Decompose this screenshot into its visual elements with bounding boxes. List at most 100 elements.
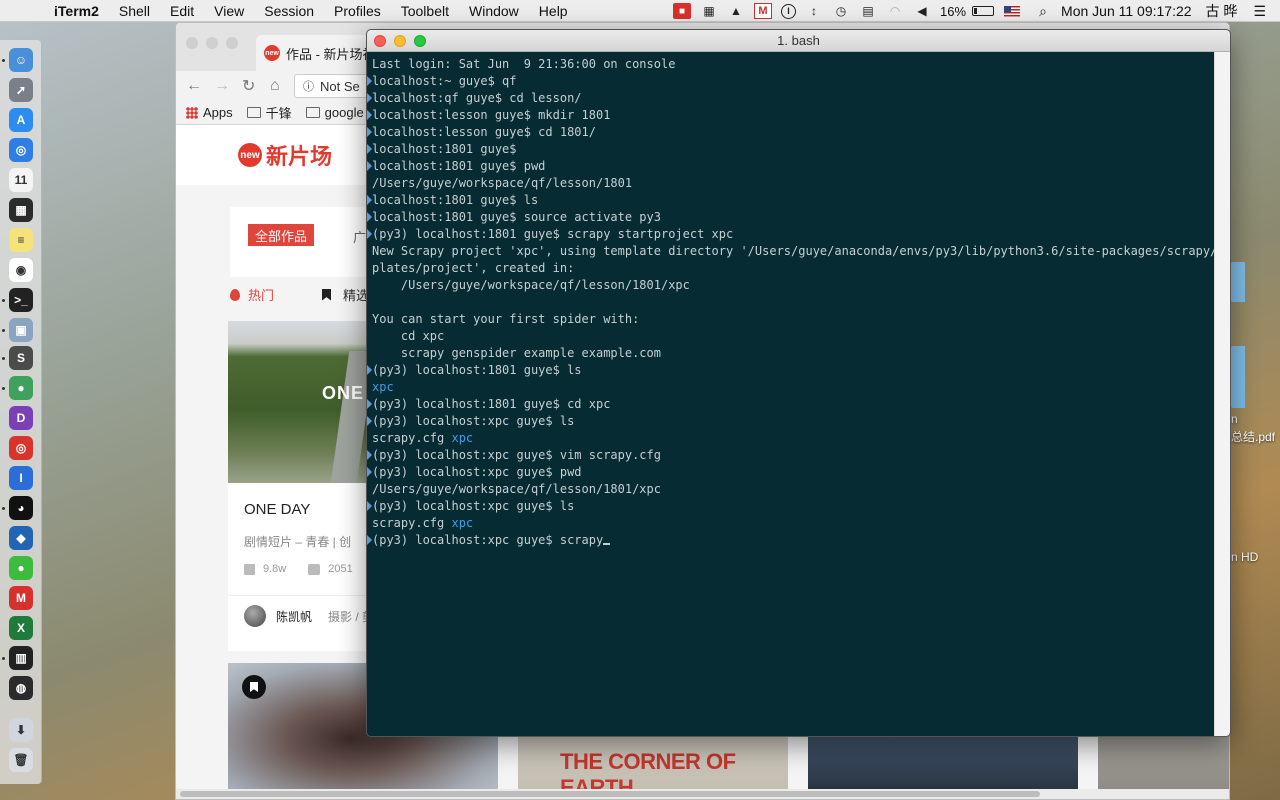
launchpad-icon[interactable]: ➚: [9, 78, 33, 102]
up-down-arrow-icon[interactable]: ↕: [805, 3, 823, 19]
trash-icon[interactable]: 🗑: [9, 748, 33, 772]
sublime-text-icon[interactable]: S: [9, 346, 33, 370]
excel-icon[interactable]: X: [9, 616, 33, 640]
battery-icon[interactable]: [972, 6, 995, 16]
netease-music-icon[interactable]: ◎: [9, 436, 33, 460]
terminal-line-text: localhost:1801 guye$ source activate py3: [372, 210, 661, 224]
home-icon[interactable]: ⌂: [270, 77, 284, 95]
finder-icon[interactable]: ☺: [9, 48, 33, 72]
mweb-icon[interactable]: M: [9, 586, 33, 610]
preview-icon[interactable]: ▣: [9, 318, 33, 342]
tab-hot[interactable]: 热门: [230, 285, 274, 304]
reload-icon[interactable]: ↻: [242, 76, 256, 96]
onepassword-icon[interactable]: I: [9, 466, 33, 490]
wechat-icon[interactable]: ●: [9, 556, 33, 580]
minimize-button[interactable]: [394, 35, 406, 47]
menu-toolbelt[interactable]: Toolbelt: [401, 3, 449, 19]
prompt-mark-icon: [367, 212, 372, 222]
zoom-button[interactable]: [414, 35, 426, 47]
desktop-item-label[interactable]: 总结.pdf: [1231, 428, 1275, 445]
notification-center-icon[interactable]: ☰: [1253, 3, 1266, 20]
menu-help[interactable]: Help: [539, 3, 568, 19]
running-indicator: [2, 387, 5, 390]
safari-icon[interactable]: ◎: [9, 138, 33, 162]
terminal-scrollbar[interactable]: [1214, 52, 1230, 736]
onepassword-status-icon[interactable]: I: [781, 3, 796, 19]
browser-minimize-button[interactable]: [206, 37, 218, 49]
menu-view[interactable]: View: [214, 3, 244, 19]
volume-icon[interactable]: ◀: [913, 3, 931, 19]
text-cursor: [603, 532, 611, 545]
back-icon[interactable]: ←: [186, 77, 202, 95]
info-icon[interactable]: ⓘ: [303, 78, 314, 94]
browser-zoom-button[interactable]: [226, 37, 238, 49]
chrome-icon[interactable]: ◉: [9, 258, 33, 282]
desktop-folder-icon[interactable]: [1231, 368, 1245, 408]
avatar[interactable]: [244, 605, 266, 627]
menu-shell[interactable]: Shell: [119, 3, 150, 19]
prompt-mark-icon: [367, 195, 372, 205]
terminal-line-text: localhost:1801 guye$ pwd: [372, 159, 546, 173]
terminal-title-bar[interactable]: 1. bash: [367, 30, 1230, 52]
time-machine-icon[interactable]: ◷: [832, 3, 850, 19]
bookmark-apps[interactable]: Apps: [186, 105, 233, 120]
video-title[interactable]: ONE DAY: [244, 501, 310, 518]
bookmark-label: Apps: [203, 105, 233, 120]
calendar-icon[interactable]: 11: [9, 168, 33, 192]
notes-icon[interactable]: ≡: [9, 228, 33, 252]
menu-edit[interactable]: Edit: [170, 3, 194, 19]
terminal-line: localhost:1801 guye$ source activate py3: [367, 209, 1216, 226]
terminal-line-text: localhost:lesson guye$ mkdir 1801: [372, 108, 611, 122]
all-works-button[interactable]: 全部作品: [248, 224, 314, 246]
site-logo[interactable]: new 新片场: [238, 139, 332, 171]
bookmark-qianfeng[interactable]: 千锋: [246, 103, 292, 122]
menu-window[interactable]: Window: [469, 3, 519, 19]
horizontal-scrollbar[interactable]: [176, 789, 1229, 799]
app-store-icon[interactable]: A: [9, 108, 33, 132]
dash-icon[interactable]: D: [9, 406, 33, 430]
terminal-icon[interactable]: >_: [9, 288, 33, 312]
bookmark-google[interactable]: google: [305, 105, 364, 120]
menubar-clock[interactable]: Mon Jun 11 09:17:22: [1061, 3, 1192, 19]
vscode-icon[interactable]: ◆: [9, 526, 33, 550]
author-name[interactable]: 陈凯帆: [276, 608, 312, 625]
downloads-icon[interactable]: ⬇: [9, 718, 33, 742]
scrollbar-thumb[interactable]: [180, 791, 1040, 797]
pycharm-icon[interactable]: ●: [9, 376, 33, 400]
user-name[interactable]: 古 晔: [1206, 1, 1238, 21]
iterm-window[interactable]: 1. bash Last login: Sat Jun 9 21:36:00 o…: [366, 29, 1231, 737]
browser-close-button[interactable]: [186, 37, 198, 49]
spotlight-search-icon[interactable]: ⌕: [1034, 3, 1052, 19]
tab-picks[interactable]: 精选: [322, 285, 369, 304]
terminal-line-text: scrapy genspider example example.com: [372, 346, 661, 360]
running-indicator: [2, 507, 5, 510]
terminal-line-text: (py3) localhost:1801 guye$ scrapy startp…: [372, 227, 734, 241]
memory-icon[interactable]: ▤: [859, 3, 877, 19]
hat-icon[interactable]: ▲: [727, 3, 745, 19]
mission-control-icon[interactable]: ▦: [9, 198, 33, 222]
qq-icon[interactable]: ◕: [9, 496, 33, 520]
mweb-status-icon[interactable]: M: [754, 3, 772, 19]
desktop-item-label[interactable]: n HD: [1231, 550, 1258, 564]
us-flag-input-icon[interactable]: [1004, 5, 1021, 17]
directory-name: xpc: [372, 380, 394, 394]
menu-app-name[interactable]: iTerm2: [54, 3, 99, 19]
wifi-icon[interactable]: ◠: [886, 3, 904, 19]
terminal-line-text: localhost:~ guye$ qf: [372, 74, 517, 88]
menu-profiles[interactable]: Profiles: [334, 3, 381, 19]
grid-icon[interactable]: ▦: [700, 3, 718, 19]
play-count-icon: [244, 563, 255, 575]
terminal-output[interactable]: Last login: Sat Jun 9 21:36:00 on consol…: [367, 52, 1230, 736]
activity-monitor-icon[interactable]: ▥: [9, 646, 33, 670]
menu-session[interactable]: Session: [264, 3, 314, 19]
recording-icon[interactable]: ■: [673, 3, 691, 19]
obs-icon[interactable]: ◍: [9, 676, 33, 700]
desktop-item-label[interactable]: n: [1231, 412, 1238, 426]
video-author[interactable]: 陈凯帆 摄影 / 剪: [244, 605, 374, 627]
filter-category[interactable]: 广: [353, 227, 366, 246]
close-button[interactable]: [374, 35, 386, 47]
forward-icon[interactable]: →: [214, 77, 230, 95]
prompt-mark-icon: [367, 76, 372, 86]
prompt-mark-icon: [367, 535, 372, 545]
desktop-folder-icon[interactable]: [1231, 262, 1245, 302]
